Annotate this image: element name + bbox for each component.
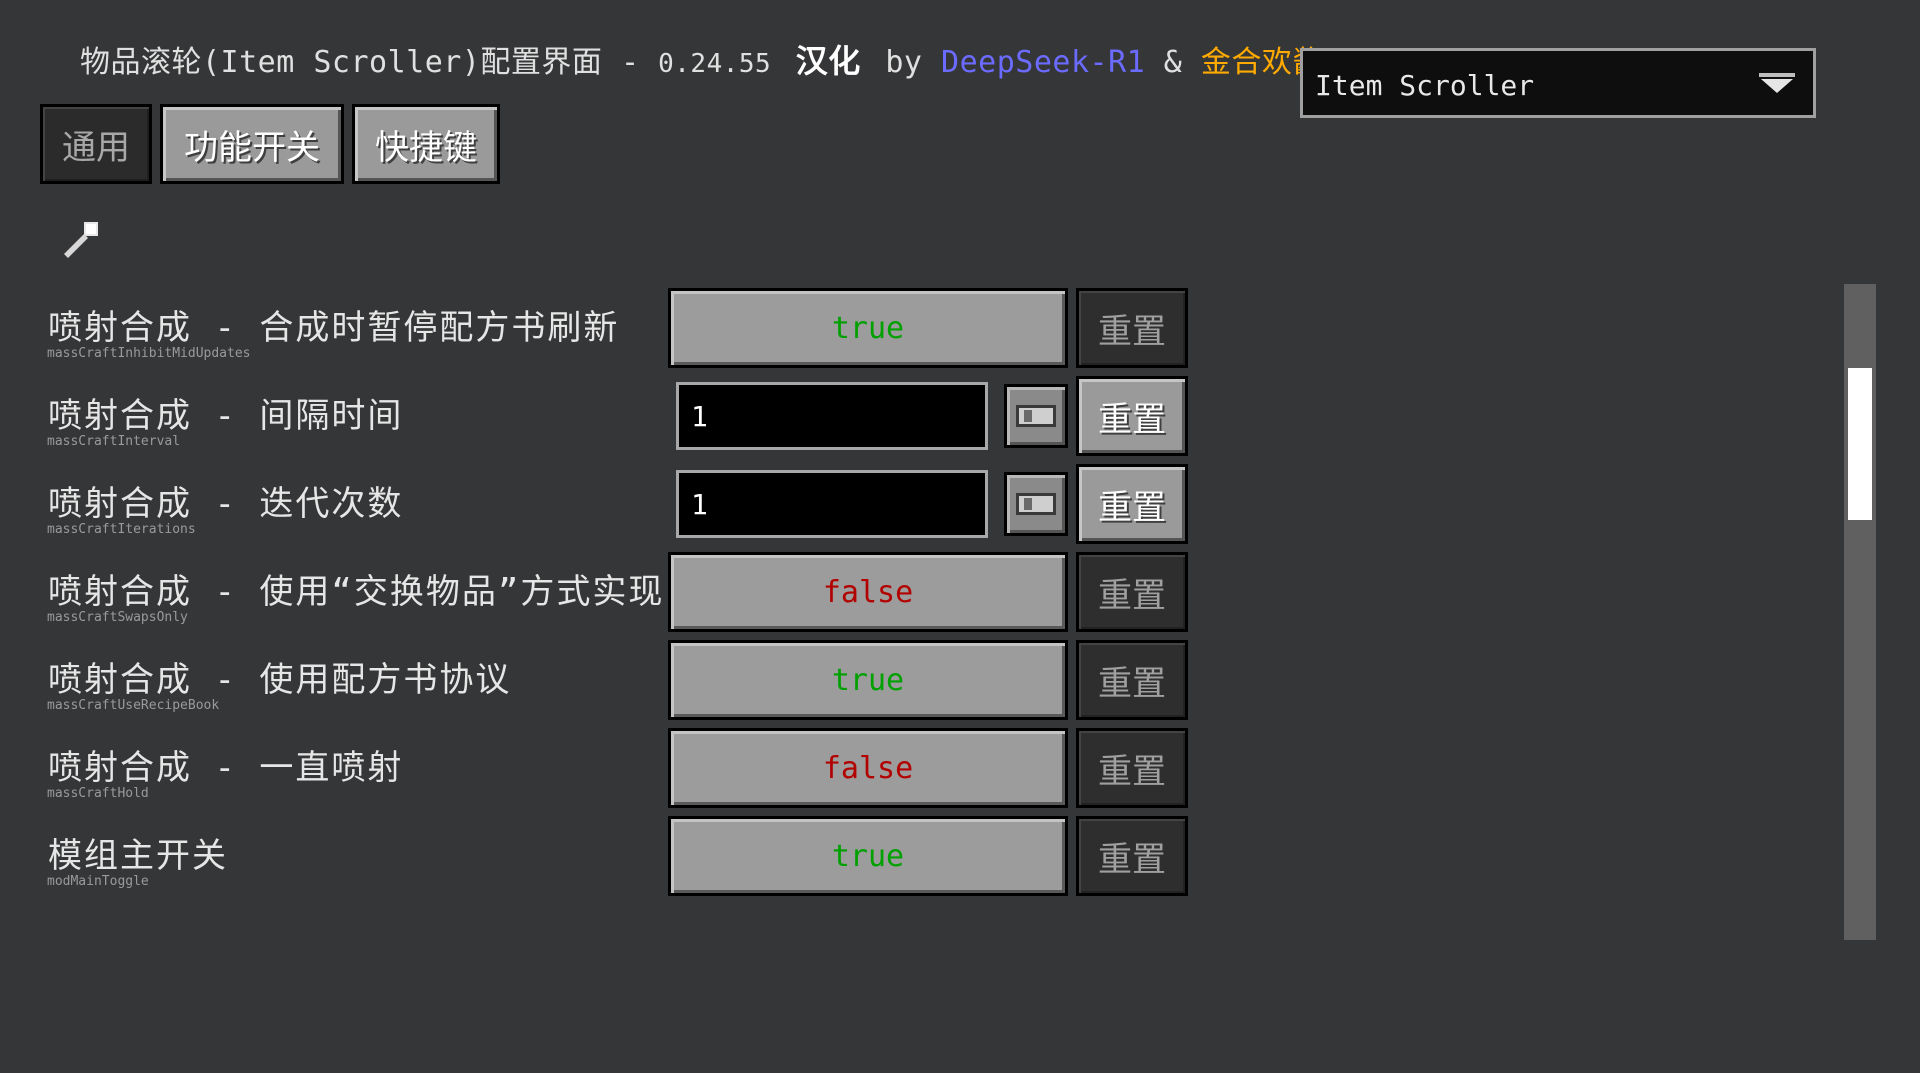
by-label: by <box>885 45 923 80</box>
tab-general-label: 通用 <box>62 127 130 168</box>
option-key-mass-craft-interval: massCraftInterval <box>47 434 181 449</box>
slider-toggle-icon <box>1016 493 1056 515</box>
reset-label: 重置 <box>1098 839 1166 880</box>
option-label-mass-craft-inhibit-mid-updates: 喷射合成 - 合成时暂停配方书刷新 <box>48 308 620 348</box>
option-label-mass-craft-swaps-only: 喷射合成 - 使用“交换物品”方式实现 <box>48 572 665 612</box>
mod-selector-value: Item Scroller <box>1315 69 1535 102</box>
reset-button-mass-craft-inhibit-mid-updates[interactable]: 重置 <box>1076 288 1188 368</box>
option-label-mass-craft-use-recipe-book: 喷射合成 - 使用配方书协议 <box>48 660 512 700</box>
option-label-mass-craft-iterations: 喷射合成 - 迭代次数 <box>48 484 404 524</box>
tab-hotkeys-label: 快捷键 <box>375 127 477 168</box>
option-key-mod-main-toggle: modMainToggle <box>47 874 149 889</box>
reset-button-mass-craft-swaps-only[interactable]: 重置 <box>1076 552 1188 632</box>
option-key-mass-craft-iterations: massCraftIterations <box>47 522 196 537</box>
slider-toggle-icon <box>1016 405 1056 427</box>
toggle-mod-main-toggle[interactable]: true <box>668 816 1068 896</box>
search-icon[interactable] <box>62 220 104 262</box>
reset-label: 重置 <box>1098 575 1166 616</box>
reset-button-mass-craft-use-recipe-book[interactable]: 重置 <box>1076 640 1188 720</box>
reset-label: 重置 <box>1098 663 1166 704</box>
input-mass-craft-iterations[interactable]: 1 <box>676 470 988 538</box>
toggle-value: false <box>822 574 914 610</box>
tab-toggles[interactable]: 功能开关 <box>160 104 344 184</box>
ampersand-label: & <box>1163 45 1183 80</box>
reset-button-mass-craft-iterations[interactable]: 重置 <box>1076 464 1188 544</box>
slider-toggle-button-mass-craft-interval[interactable] <box>1004 384 1068 448</box>
input-mass-craft-interval[interactable]: 1 <box>676 382 988 450</box>
reset-button-mod-main-toggle[interactable]: 重置 <box>1076 816 1188 896</box>
slider-toggle-button-mass-craft-iterations[interactable] <box>1004 472 1068 536</box>
reset-label: 重置 <box>1098 399 1166 440</box>
option-key-mass-craft-swaps-only: massCraftSwapsOnly <box>47 610 188 625</box>
scrollbar-thumb[interactable] <box>1848 368 1872 520</box>
option-label-mod-main-toggle: 模组主开关 <box>48 836 228 876</box>
option-key-mass-craft-hold: massCraftHold <box>47 786 149 801</box>
tab-toggles-label: 功能开关 <box>184 127 320 168</box>
translator-ai-name: DeepSeek-R1 <box>941 45 1146 80</box>
option-key-mass-craft-inhibit-mid-updates: massCraftInhibitMidUpdates <box>47 346 251 361</box>
reset-label: 重置 <box>1098 487 1166 528</box>
reset-label: 重置 <box>1098 751 1166 792</box>
toggle-value: true <box>831 310 905 346</box>
toggle-mass-craft-swaps-only[interactable]: false <box>668 552 1068 632</box>
toggle-value: false <box>822 750 914 786</box>
option-key-mass-craft-use-recipe-book: massCraftUseRecipeBook <box>47 698 220 713</box>
toggle-mass-craft-inhibit-mid-updates[interactable]: true <box>668 288 1068 368</box>
input-value: 1 <box>691 399 708 433</box>
input-value: 1 <box>691 487 708 521</box>
version-label: 0.24.55 <box>658 49 772 79</box>
option-label-mass-craft-hold: 喷射合成 - 一直喷射 <box>48 748 404 788</box>
title-prefix: 物品滚轮(Item Scroller)配置界面 - <box>80 45 659 80</box>
reset-label: 重置 <box>1098 311 1166 352</box>
reset-button-mass-craft-interval[interactable]: 重置 <box>1076 376 1188 456</box>
tab-general[interactable]: 通用 <box>40 104 152 184</box>
option-label-mass-craft-interval: 喷射合成 - 间隔时间 <box>48 396 404 436</box>
mod-selector-dropdown[interactable]: Item Scroller <box>1300 48 1816 118</box>
toggle-value: true <box>831 662 905 698</box>
reset-button-mass-craft-hold[interactable]: 重置 <box>1076 728 1188 808</box>
toggle-mass-craft-hold[interactable]: false <box>668 728 1068 808</box>
toggle-mass-craft-use-recipe-book[interactable]: true <box>668 640 1068 720</box>
toggle-value: true <box>831 838 905 874</box>
chevron-down-icon <box>1759 73 1795 93</box>
tab-hotkeys[interactable]: 快捷键 <box>352 104 500 184</box>
page-title: 物品滚轮(Item Scroller)配置界面 - 0.24.55 汉化 by … <box>80 36 1416 82</box>
localized-label: 汉化 <box>795 42 861 80</box>
